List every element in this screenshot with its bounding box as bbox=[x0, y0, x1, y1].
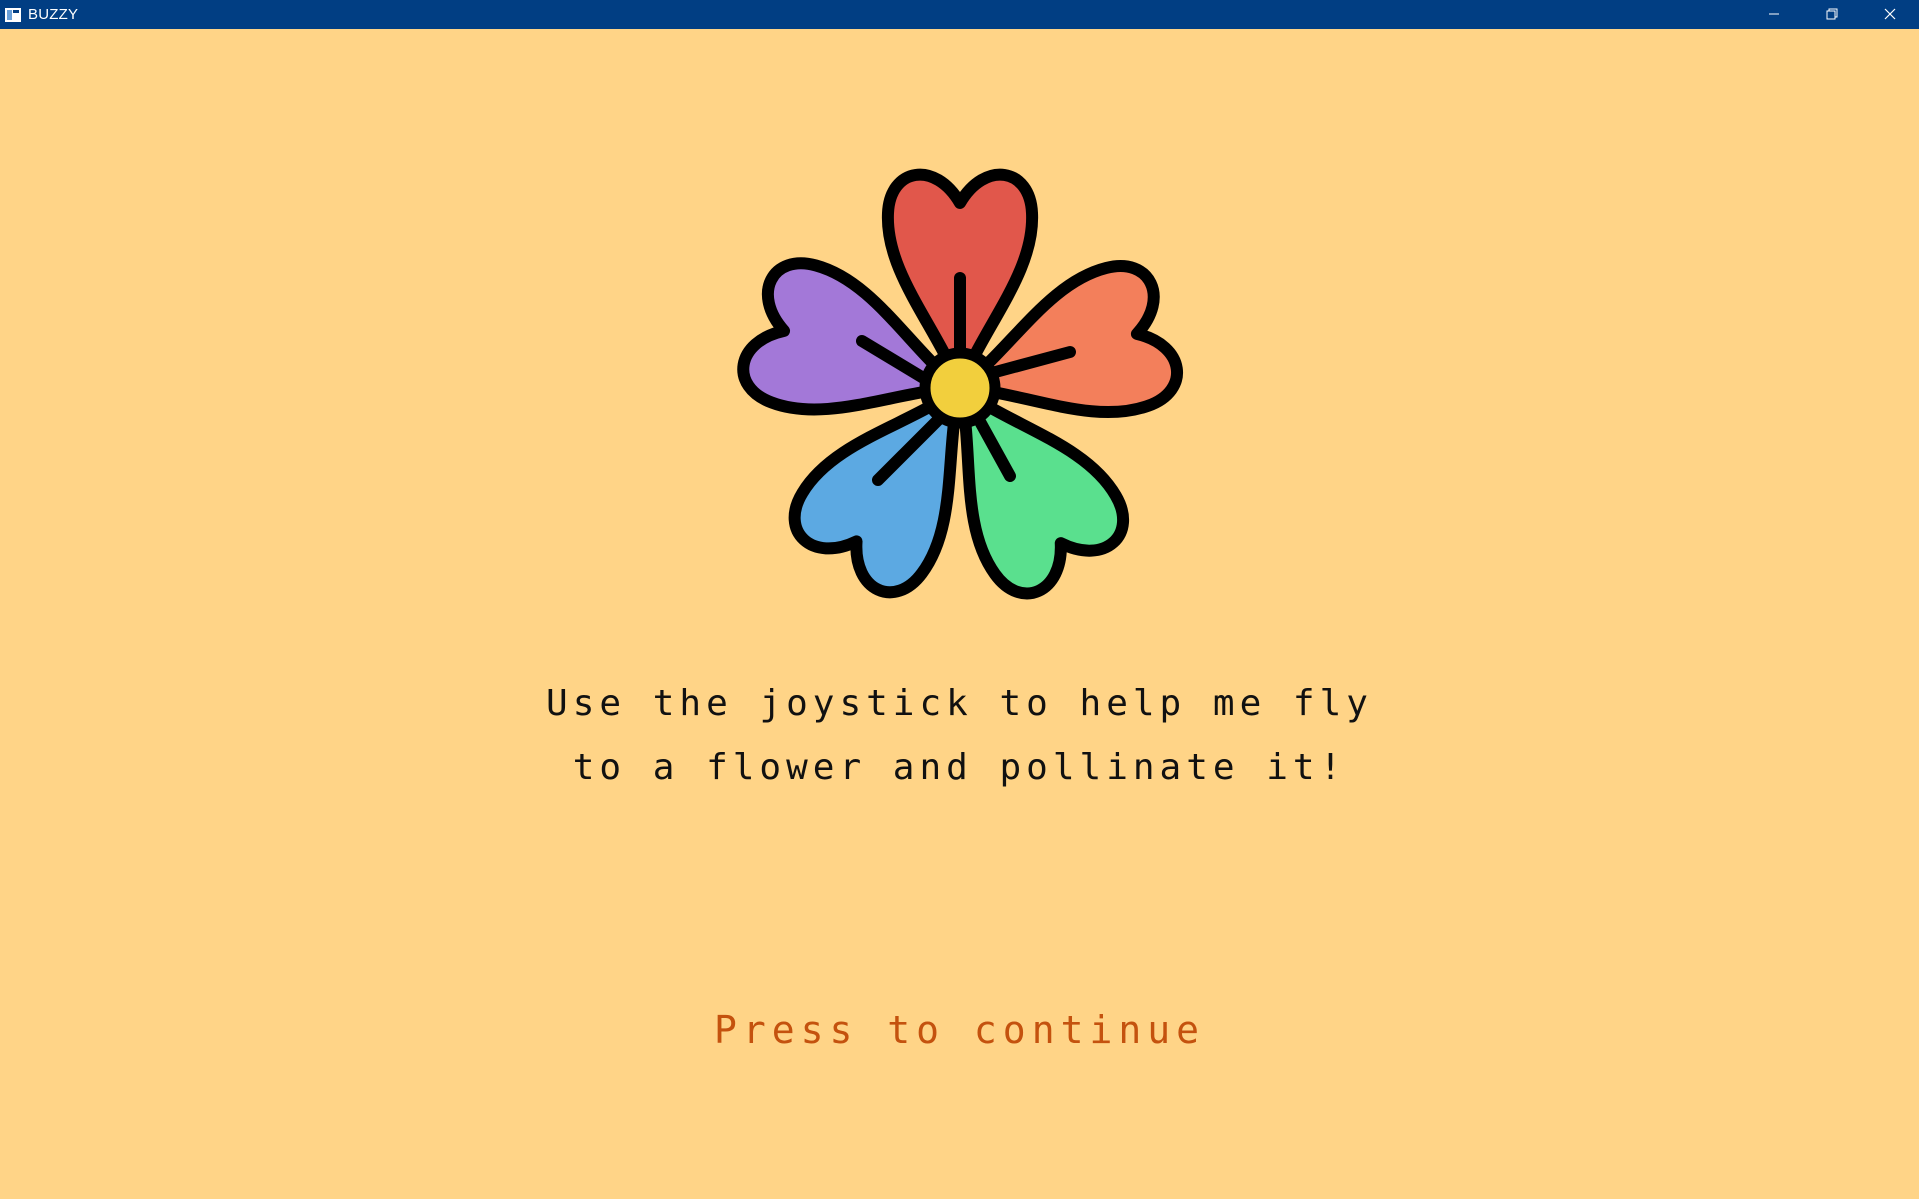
close-button[interactable] bbox=[1861, 0, 1919, 29]
window-app-icon bbox=[4, 7, 22, 23]
flower-icon bbox=[700, 140, 1220, 640]
restore-icon bbox=[1826, 5, 1838, 24]
game-window: BUZZY Use the joystick to help me fly to… bbox=[0, 0, 1919, 1199]
instruction-line-1: Use the joystick to help me fly bbox=[546, 683, 1373, 724]
restore-button[interactable] bbox=[1803, 0, 1861, 29]
window-title: BUZZY bbox=[28, 6, 79, 23]
title-bar[interactable]: BUZZY bbox=[0, 0, 1919, 29]
close-icon bbox=[1884, 5, 1896, 24]
minimize-icon bbox=[1768, 5, 1780, 24]
continue-prompt[interactable]: Press to continue bbox=[0, 1008, 1919, 1052]
minimize-button[interactable] bbox=[1745, 0, 1803, 29]
window-controls bbox=[1745, 0, 1919, 29]
instruction-line-2: to a flower and pollinate it! bbox=[572, 747, 1347, 788]
flower-center bbox=[919, 347, 1001, 429]
